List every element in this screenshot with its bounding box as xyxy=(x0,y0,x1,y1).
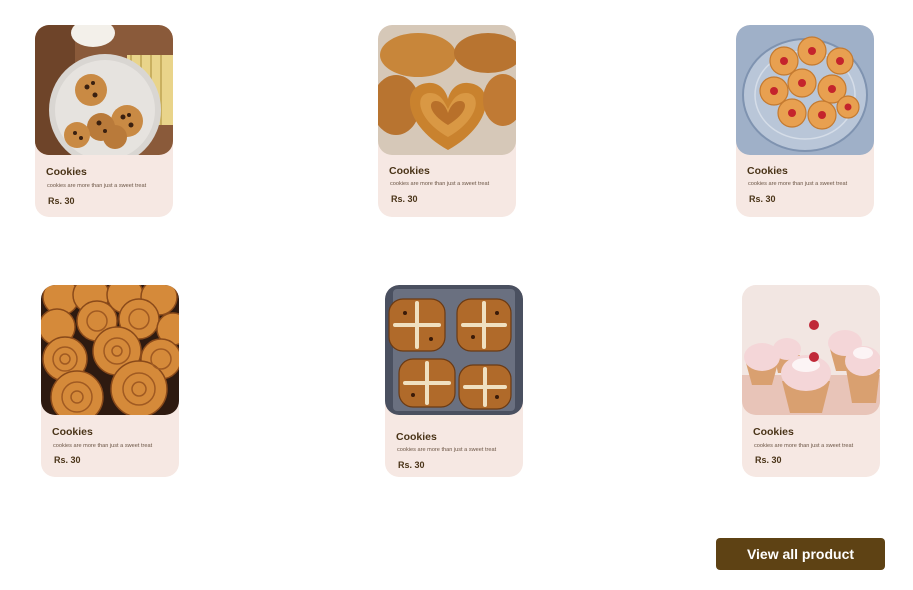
product-price: Rs. 30 xyxy=(48,196,75,206)
product-description: cookies are more than just a sweet treat xyxy=(397,447,497,453)
product-price: Rs. 30 xyxy=(54,455,81,465)
product-card[interactable]: Cookies cookies are more than just a swe… xyxy=(736,25,874,217)
product-title: Cookies xyxy=(396,431,437,443)
product-title: Cookies xyxy=(389,165,430,177)
product-description: cookies are more than just a sweet treat xyxy=(754,443,854,449)
product-description: cookies are more than just a sweet treat xyxy=(53,443,153,449)
product-price: Rs. 30 xyxy=(391,194,418,204)
heart-shaped-pastries-image xyxy=(378,25,516,155)
product-description: cookies are more than just a sweet treat xyxy=(47,183,147,189)
product-title: Cookies xyxy=(753,426,794,438)
view-all-products-button[interactable]: View all product xyxy=(716,538,885,570)
product-card[interactable]: Cookies cookies are more than just a swe… xyxy=(385,285,523,477)
product-title: Cookies xyxy=(747,165,788,177)
product-price: Rs. 30 xyxy=(398,460,425,470)
product-card[interactable]: Cookies cookies are more than just a swe… xyxy=(742,285,880,477)
hot-cross-buns-image xyxy=(385,285,523,415)
product-card[interactable]: Cookies cookies are more than just a swe… xyxy=(378,25,516,217)
product-description: cookies are more than just a sweet treat xyxy=(748,181,848,187)
product-price: Rs. 30 xyxy=(749,194,776,204)
cinnamon-rolls-image xyxy=(41,285,179,415)
product-price: Rs. 30 xyxy=(755,455,782,465)
product-card[interactable]: Cookies cookies are more than just a swe… xyxy=(35,25,173,217)
chocolate-chip-cookies-image xyxy=(35,25,173,155)
product-description: cookies are more than just a sweet treat xyxy=(390,181,490,187)
cupcakes-image xyxy=(742,285,880,415)
product-card[interactable]: Cookies cookies are more than just a swe… xyxy=(41,285,179,477)
product-title: Cookies xyxy=(52,426,93,438)
jam-flower-cookies-image xyxy=(736,25,874,155)
product-title: Cookies xyxy=(46,166,87,178)
